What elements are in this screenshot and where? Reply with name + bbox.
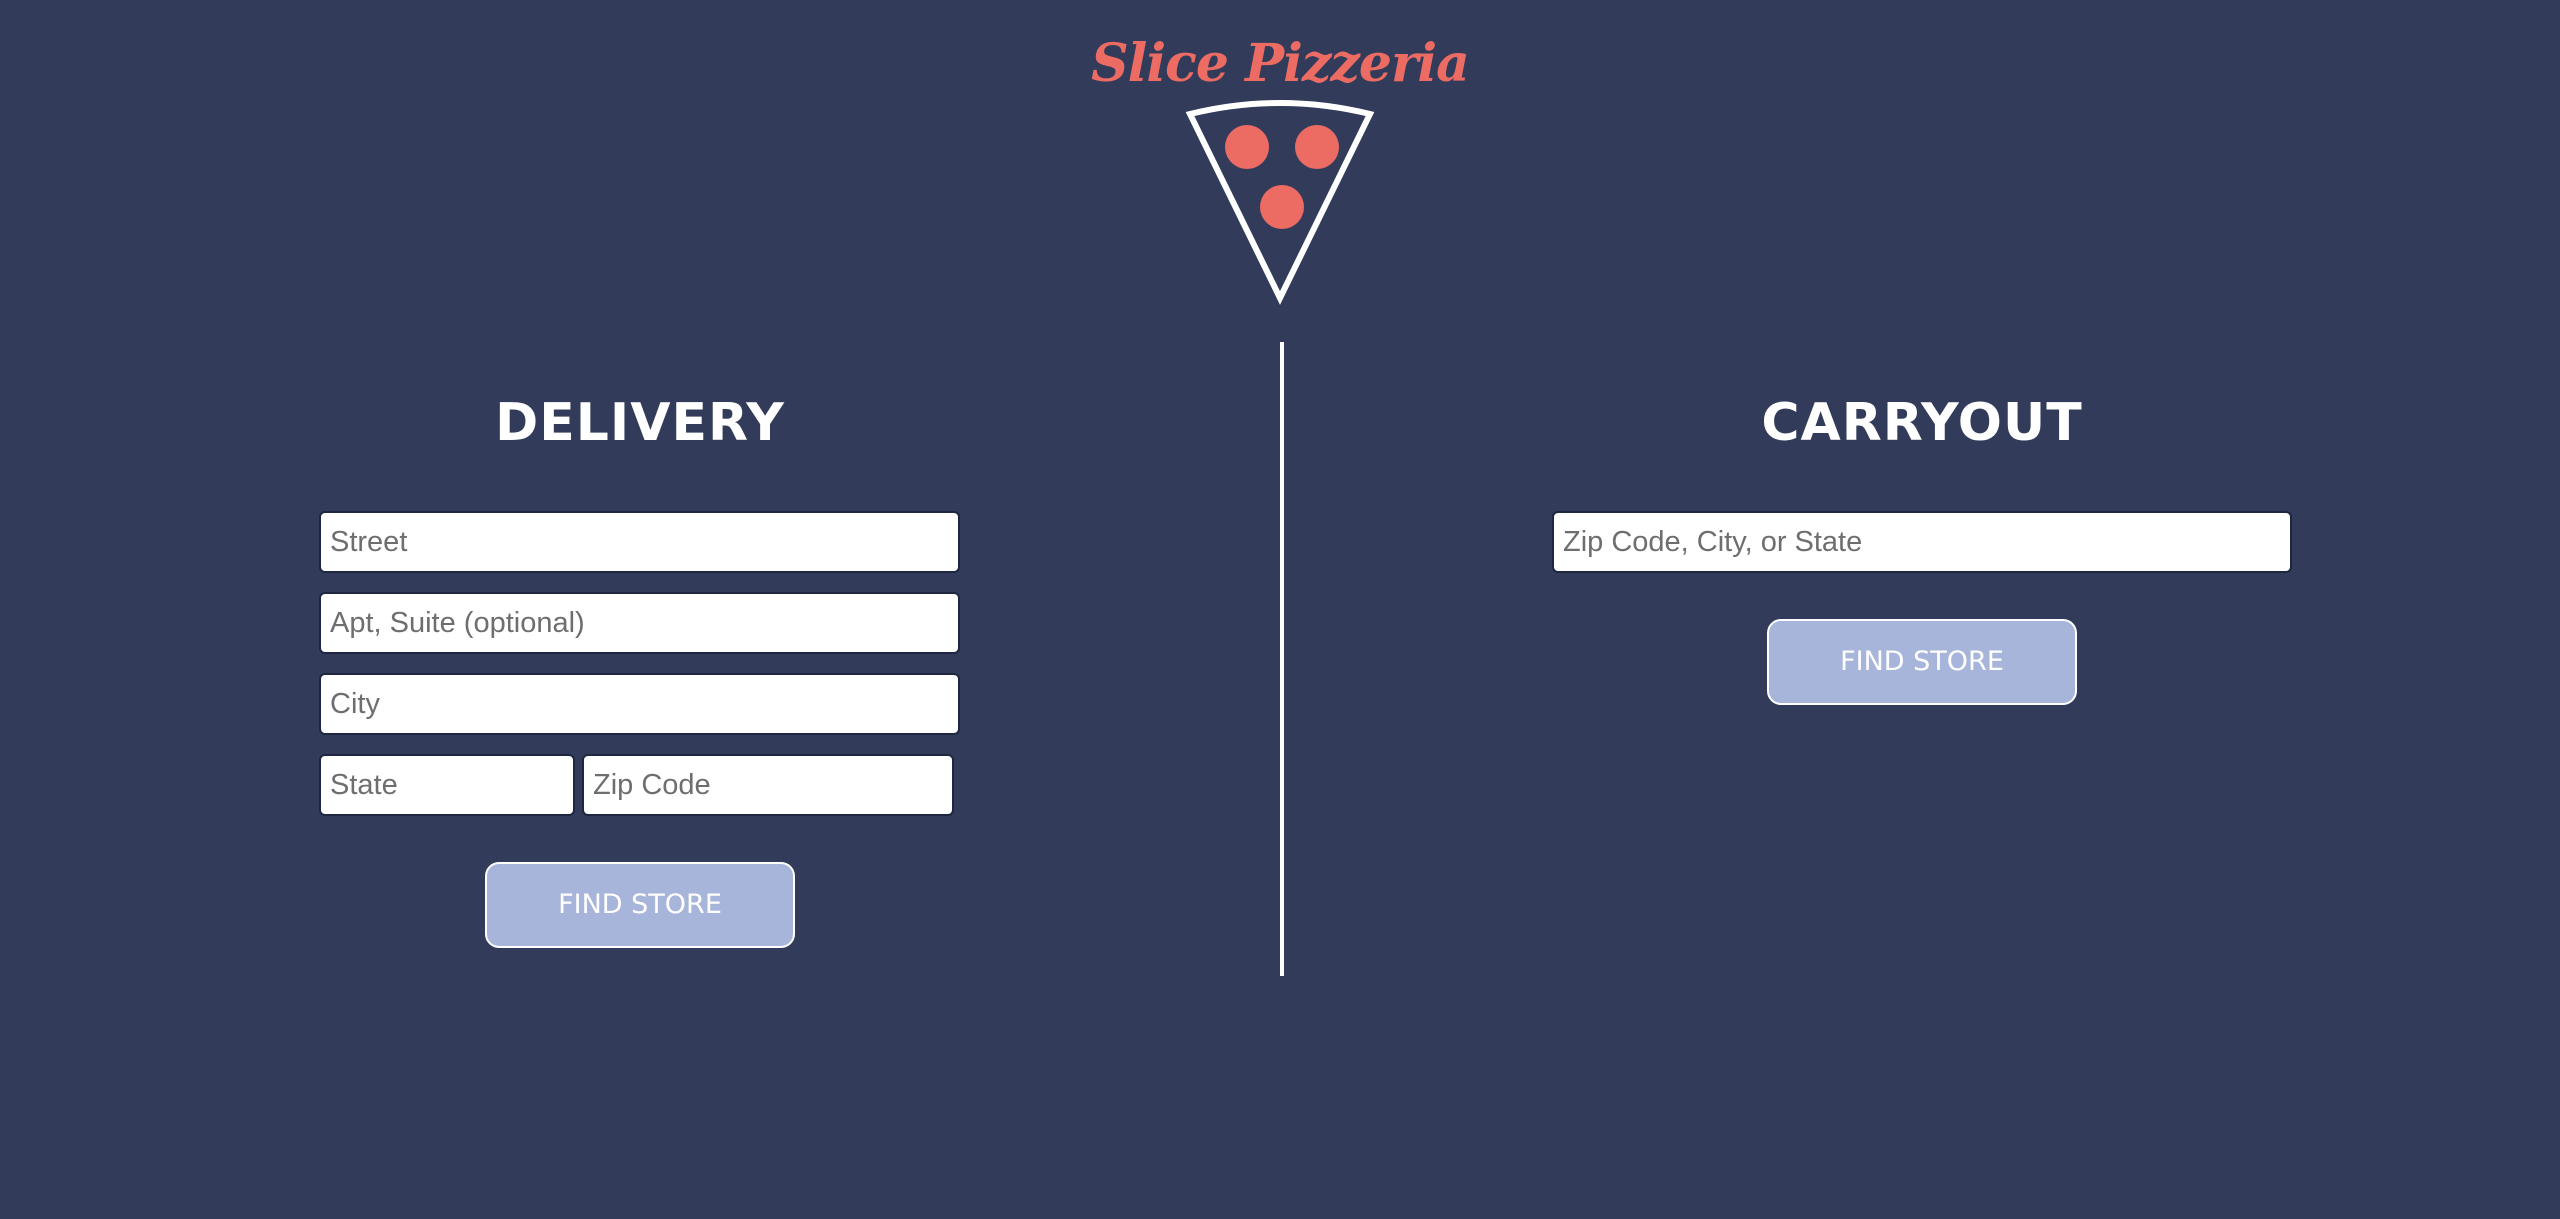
carryout-find-store-button[interactable]: FIND STORE	[1767, 619, 2077, 705]
apt-suite-input[interactable]	[319, 592, 960, 654]
carryout-heading: CARRYOUT	[1761, 393, 2083, 453]
street-input[interactable]	[319, 511, 960, 573]
state-input[interactable]	[319, 754, 575, 816]
carryout-location-input[interactable]	[1552, 511, 2292, 573]
pepperoni-left	[1225, 125, 1269, 169]
pizza-slice-icon	[1185, 100, 1375, 305]
brand-title: Slice Pizzeria	[1091, 33, 1470, 94]
pepperoni-right	[1295, 125, 1339, 169]
city-input[interactable]	[319, 673, 960, 735]
delivery-heading: DELIVERY	[495, 393, 785, 453]
pepperoni-bottom	[1260, 185, 1304, 229]
zip-code-input[interactable]	[582, 754, 954, 816]
section-divider	[1280, 342, 1284, 976]
delivery-find-store-button[interactable]: FIND STORE	[485, 862, 795, 948]
